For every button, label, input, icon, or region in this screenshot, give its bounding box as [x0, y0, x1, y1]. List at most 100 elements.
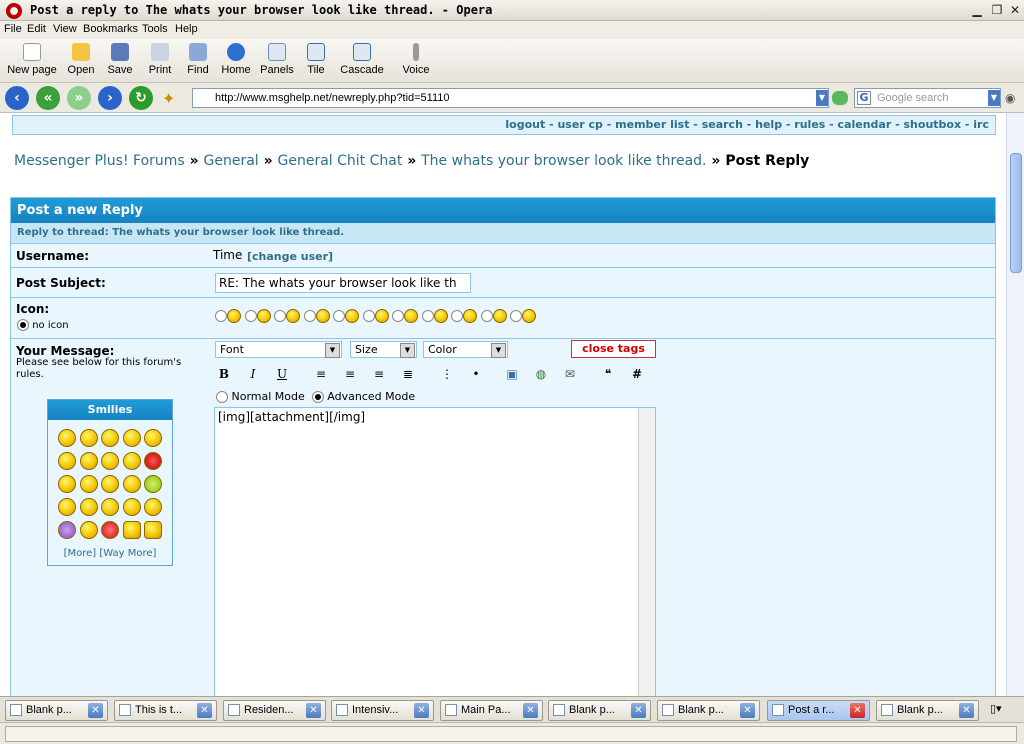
italic-icon[interactable]: I: [243, 364, 263, 384]
thumbs-down-icon[interactable]: [144, 521, 162, 539]
tab-6[interactable]: Blank p... ✕: [548, 700, 651, 721]
fast-forward-icon[interactable]: »: [67, 86, 91, 110]
sick-smiley-icon[interactable]: [144, 475, 162, 493]
smiley-icon[interactable]: [101, 452, 119, 470]
smiley-icon[interactable]: [122, 475, 141, 493]
reload-icon[interactable]: ↻: [129, 86, 153, 110]
angry-smiley-icon[interactable]: [144, 452, 162, 470]
tab-9[interactable]: Blank p... ✕: [876, 700, 979, 721]
tab-5[interactable]: Main Pa... ✕: [440, 700, 543, 721]
cascade-button[interactable]: Cascade: [340, 41, 384, 81]
tab-close-icon[interactable]: ✕: [197, 703, 212, 718]
tab-close-icon[interactable]: ✕: [306, 703, 321, 718]
smiley-icon[interactable]: [79, 452, 98, 470]
page-scrollbar[interactable]: [1006, 113, 1024, 696]
icon-radio[interactable]: [480, 310, 493, 322]
smiley-icon[interactable]: [122, 429, 141, 447]
smiley-icon[interactable]: [122, 452, 141, 470]
font-select[interactable]: Font: [215, 341, 342, 358]
tab-2[interactable]: This is t... ✕: [114, 700, 217, 721]
message-textarea[interactable]: [img][attachment][/img]: [214, 407, 656, 696]
textarea-scrollbar[interactable]: [638, 408, 655, 696]
breadcrumb-thread[interactable]: The whats your browser look like thread.: [421, 153, 706, 169]
menu-tools[interactable]: Tools: [142, 23, 168, 35]
numbered-list-icon[interactable]: ⋮: [437, 364, 457, 384]
wand-icon[interactable]: ✦: [162, 89, 182, 109]
smiley-icon[interactable]: [144, 429, 162, 447]
smilies-more-link[interactable]: [More]: [64, 548, 97, 559]
devil-smiley-icon[interactable]: [101, 521, 119, 539]
forward-icon[interactable]: ›: [98, 86, 122, 110]
smiley-icon[interactable]: [101, 475, 119, 493]
breadcrumb-chit-chat[interactable]: General Chit Chat: [278, 153, 403, 169]
smiley-icon[interactable]: [79, 429, 98, 447]
align-right-icon[interactable]: ≡: [369, 364, 389, 384]
align-center-icon[interactable]: ≡: [340, 364, 360, 384]
menu-bookmarks[interactable]: Bookmarks: [83, 23, 138, 35]
no-icon-option[interactable]: no icon: [17, 319, 69, 331]
restore-icon[interactable]: ❐: [988, 2, 1006, 18]
rewind-icon[interactable]: «: [36, 86, 60, 110]
back-icon[interactable]: ‹: [5, 86, 29, 110]
no-icon-radio[interactable]: [17, 319, 29, 331]
party-smiley-icon[interactable]: [58, 521, 76, 539]
page-scroll-thumb[interactable]: [1010, 153, 1022, 273]
normal-mode-radio[interactable]: [216, 391, 228, 403]
smiley-icon[interactable]: [58, 498, 76, 516]
panels-button[interactable]: Panels: [259, 41, 295, 81]
voice-button[interactable]: Voice: [400, 41, 432, 81]
icon-radio[interactable]: [451, 310, 463, 322]
insert-code-icon[interactable]: #: [627, 364, 647, 384]
menu-help[interactable]: Help: [175, 23, 198, 35]
smiley-icon[interactable]: [79, 521, 98, 539]
tab-close-icon[interactable]: ✕: [959, 703, 974, 718]
underline-icon[interactable]: U: [272, 364, 292, 384]
smiley-icon[interactable]: [58, 429, 76, 447]
icon-radio[interactable]: [274, 310, 286, 322]
smiley-icon[interactable]: [58, 452, 76, 470]
close-tags-button[interactable]: close tags: [571, 340, 656, 358]
save-button[interactable]: Save: [104, 41, 136, 81]
advanced-mode-radio[interactable]: [311, 391, 324, 403]
icon-radio[interactable]: [421, 310, 434, 322]
align-left-icon[interactable]: ≡: [311, 364, 331, 384]
forum-top-links[interactable]: logout - user cp - member list - search …: [12, 115, 996, 135]
thumbs-up-icon[interactable]: [122, 521, 141, 539]
print-button[interactable]: Print: [144, 41, 176, 81]
tab-7[interactable]: Blank p... ✕: [657, 700, 760, 721]
icon-radio[interactable]: [303, 310, 316, 322]
icon-radio[interactable]: [362, 310, 375, 322]
smiley-icon[interactable]: [79, 475, 98, 493]
home-button[interactable]: Home: [219, 41, 253, 81]
menu-view[interactable]: View: [53, 23, 77, 35]
bold-icon[interactable]: B: [214, 364, 234, 384]
open-button[interactable]: Open: [64, 41, 98, 81]
search-input[interactable]: Google search: [854, 88, 1001, 108]
tab-menu-icon[interactable]: ▯▾: [990, 702, 1020, 718]
new-page-button[interactable]: New page: [4, 41, 60, 81]
justify-icon[interactable]: ≣: [398, 364, 418, 384]
smilies-way-more-link[interactable]: [Way More]: [99, 548, 156, 559]
address-field[interactable]: http://www.msghelp.net/newreply.php?tid=…: [192, 88, 829, 108]
smiley-icon[interactable]: [101, 429, 119, 447]
smiley-icon[interactable]: [58, 475, 76, 493]
icon-radio[interactable]: [215, 310, 227, 322]
tab-close-icon[interactable]: ✕: [523, 703, 538, 718]
smiley-icon[interactable]: [101, 498, 119, 516]
menu-edit[interactable]: Edit: [27, 23, 46, 35]
smiley-icon[interactable]: [144, 498, 162, 516]
search-dropdown-icon[interactable]: ▼: [988, 90, 1000, 106]
icon-radio[interactable]: [510, 310, 522, 322]
breadcrumb-general[interactable]: General: [204, 153, 259, 169]
tab-4[interactable]: Intensiv... ✕: [331, 700, 434, 721]
insert-email-icon[interactable]: ✉: [560, 364, 580, 384]
tile-button[interactable]: Tile: [302, 41, 330, 81]
minimize-icon[interactable]: ▁: [968, 2, 986, 18]
tab-close-icon[interactable]: ✕: [740, 703, 755, 718]
icon-radio[interactable]: [333, 310, 345, 322]
address-dropdown-icon[interactable]: ▼: [816, 90, 828, 106]
insert-link-icon[interactable]: ◍: [531, 364, 551, 384]
color-select[interactable]: Color: [423, 341, 508, 358]
bullet-list-icon[interactable]: •: [466, 364, 486, 384]
size-select[interactable]: Size: [350, 341, 417, 358]
